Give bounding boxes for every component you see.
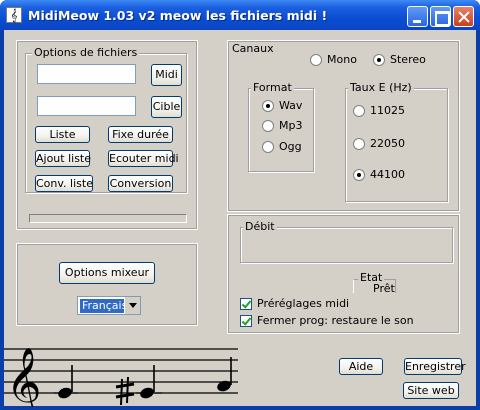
presets-midi-label: Préréglages midi <box>257 297 350 310</box>
format-mp3-label: Mp3 <box>279 119 303 132</box>
format-ogg-label: Ogg <box>279 140 302 153</box>
window-title: MidiMeow 1.03 v2 meow les fichiers midi … <box>28 8 328 23</box>
chevron-down-icon[interactable] <box>124 297 140 314</box>
liste-button[interactable]: Liste <box>35 126 90 143</box>
sharp-icon <box>115 376 135 406</box>
radio-dot <box>262 119 274 132</box>
app-window: 𝄞 MidiMeow 1.03 v2 meow les fichiers mid… <box>0 0 480 410</box>
format-wav-label: Wav <box>279 99 303 112</box>
maximize-button[interactable] <box>430 6 451 27</box>
radio-dot <box>262 99 274 112</box>
presets-midi-checkbox[interactable]: Préréglages midi <box>240 297 349 310</box>
rate-22050-label: 22050 <box>370 137 405 150</box>
file-panel: Options de fichiers Midi Cible Liste Fix… <box>16 40 198 230</box>
conv-liste-button[interactable]: Conv. liste <box>35 175 93 192</box>
music-staff-illustration: 𝄞 <box>4 347 238 407</box>
format-label: Format <box>251 81 294 94</box>
rate-11025-label: 11025 <box>370 104 405 117</box>
language-select[interactable]: Français <box>77 296 141 315</box>
format-ogg-radio[interactable]: Ogg <box>262 140 302 153</box>
restore-sound-label: Fermer prog: restaure le son <box>257 314 414 327</box>
mono-label: Mono <box>327 53 357 66</box>
midi-file-input[interactable] <box>37 64 136 84</box>
mixer-panel: Options mixeur Français <box>16 243 198 326</box>
options-mixeur-button[interactable]: Options mixeur <box>59 262 155 284</box>
enregistrer-button[interactable]: Enregistrer <box>404 358 466 375</box>
debit-label: Débit <box>243 220 277 233</box>
radio-dot <box>353 137 365 150</box>
debit-group: Débit <box>240 220 453 263</box>
restore-sound-checkbox[interactable]: Fermer prog: restaure le son <box>240 314 414 327</box>
midi-button[interactable]: Midi <box>151 64 182 86</box>
format-mp3-radio[interactable]: Mp3 <box>262 119 302 132</box>
channels-label: Canaux <box>230 42 276 55</box>
radio-dot <box>353 104 365 117</box>
conversion-progress-bar <box>29 214 187 223</box>
site-web-button[interactable]: Site web <box>403 382 459 399</box>
minimize-button[interactable] <box>407 6 428 27</box>
target-file-input[interactable] <box>37 96 136 116</box>
rate-44100-radio[interactable]: 44100 <box>353 168 405 181</box>
stereo-radio[interactable]: Stereo <box>373 53 426 66</box>
channels-group: Canaux <box>228 42 461 55</box>
mono-radio[interactable]: Mono <box>310 53 357 66</box>
ajout-liste-button[interactable]: Ajout liste <box>35 150 91 167</box>
conversion-button[interactable]: Conversion <box>108 175 173 192</box>
radio-dot <box>353 168 365 181</box>
sample-rate-label: Taux E (Hz) <box>348 81 414 94</box>
status-panel: Débit Etat Prêt Préréglages midi Fermer … <box>227 214 460 334</box>
fixe-duree-button[interactable]: Fixe durée <box>108 126 173 143</box>
language-selected-value: Français <box>80 298 130 313</box>
format-wav-radio[interactable]: Wav <box>262 99 302 112</box>
ecouter-midi-button[interactable]: Ecouter midi <box>108 150 179 167</box>
treble-clef-icon: 𝄞 <box>6 7 22 23</box>
title-bar[interactable]: 𝄞 MidiMeow 1.03 v2 meow les fichiers mid… <box>0 0 480 30</box>
note-3 <box>217 357 232 392</box>
radio-dot <box>310 53 322 66</box>
close-button[interactable] <box>453 6 474 27</box>
dialog-client-area: Options de fichiers Midi Cible Liste Fix… <box>4 30 476 407</box>
radio-dot <box>373 53 385 66</box>
rate-11025-radio[interactable]: 11025 <box>353 104 405 117</box>
stereo-label: Stereo <box>390 53 426 66</box>
treble-clef-icon: 𝄞 <box>6 347 41 407</box>
audio-settings-panel: Canaux Mono Stereo Format Wav Mp3 Ogg Ta… <box>227 40 460 212</box>
file-options-label: Options de fichiers <box>32 46 140 59</box>
radio-dot <box>262 140 274 153</box>
checkmark-icon <box>240 314 252 327</box>
aide-button[interactable]: Aide <box>339 358 383 375</box>
checkmark-icon <box>240 297 252 310</box>
rate-44100-label: 44100 <box>370 168 405 181</box>
cible-button[interactable]: Cible <box>151 96 182 118</box>
rate-22050-radio[interactable]: 22050 <box>353 137 405 150</box>
etat-value: Prêt <box>373 282 395 295</box>
